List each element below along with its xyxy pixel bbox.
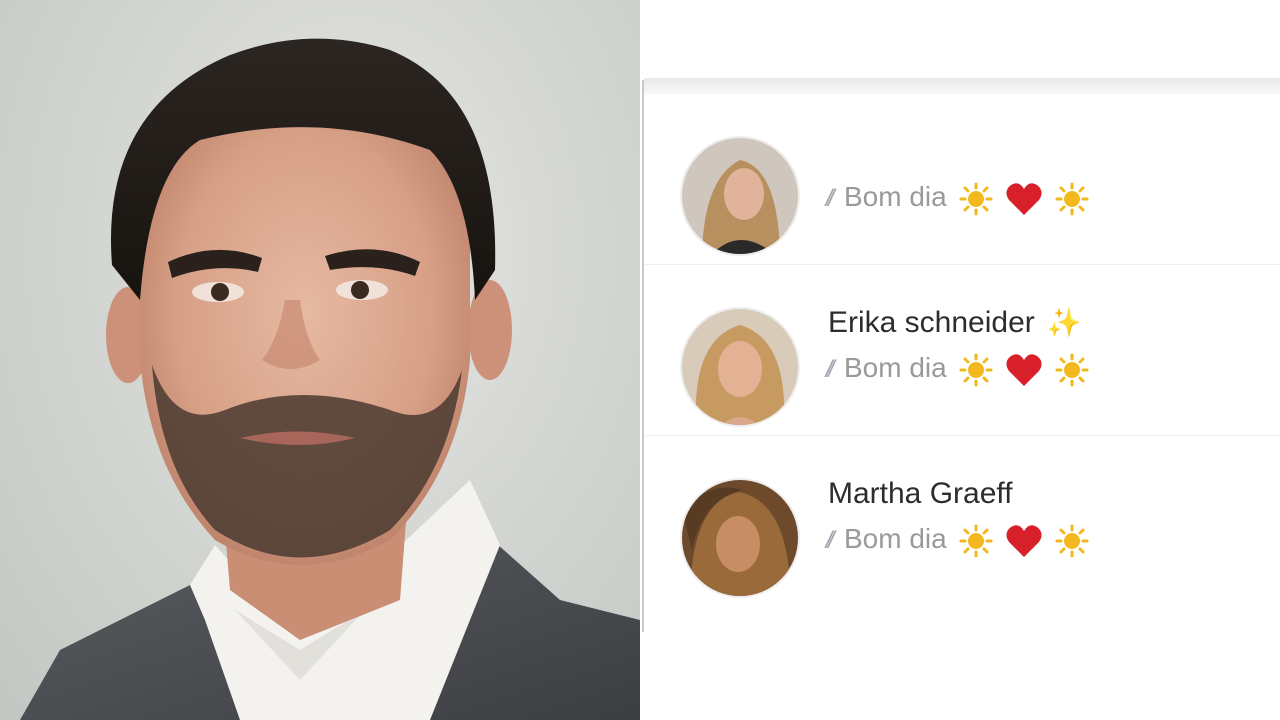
red-heart-icon: [1005, 523, 1043, 559]
header-divider: [644, 78, 1280, 94]
message-text: Bom dia: [844, 523, 947, 554]
conversation-row[interactable]: Martha Graeff //Bom dia: [644, 436, 1280, 606]
avatar[interactable]: [680, 307, 800, 427]
conversation-row[interactable]: Erika schneider✨ //Bom dia: [644, 265, 1280, 436]
last-message: //Bom dia: [828, 520, 1268, 558]
conversation-text: //Bom dia: [828, 178, 1268, 216]
message-text: Bom dia: [844, 181, 947, 212]
contact-name: Martha Graeff: [828, 477, 1013, 510]
last-message: //Bom dia: [828, 349, 1268, 387]
sun-icon: [1055, 182, 1089, 216]
sparkles-icon: ✨: [1046, 307, 1082, 338]
sun-icon: [959, 182, 993, 216]
sun-icon: [1055, 524, 1089, 558]
last-message: //Bom dia: [828, 178, 1268, 216]
contact-name: Erika schneider ✨: [828, 306, 1082, 339]
sun-icon: [959, 524, 993, 558]
avatar[interactable]: [680, 136, 800, 256]
red-heart-icon: [1005, 352, 1043, 388]
chat-list-screenshot: //Bom dia Erika schneider✨: [640, 0, 1280, 720]
avatar[interactable]: [680, 478, 800, 598]
sun-icon: [1055, 353, 1089, 387]
conversation-list: //Bom dia Erika schneider✨: [644, 94, 1280, 606]
red-heart-icon: [1005, 181, 1043, 217]
conversation-text: Martha Graeff //Bom dia: [828, 476, 1268, 558]
man-portrait-photo: [0, 0, 640, 720]
composite-image: //Bom dia Erika schneider✨: [0, 0, 1280, 720]
conversation-row[interactable]: //Bom dia: [644, 94, 1280, 265]
conversation-text: Erika schneider✨ //Bom dia: [828, 305, 1268, 387]
message-text: Bom dia: [844, 352, 947, 383]
sun-icon: [959, 353, 993, 387]
